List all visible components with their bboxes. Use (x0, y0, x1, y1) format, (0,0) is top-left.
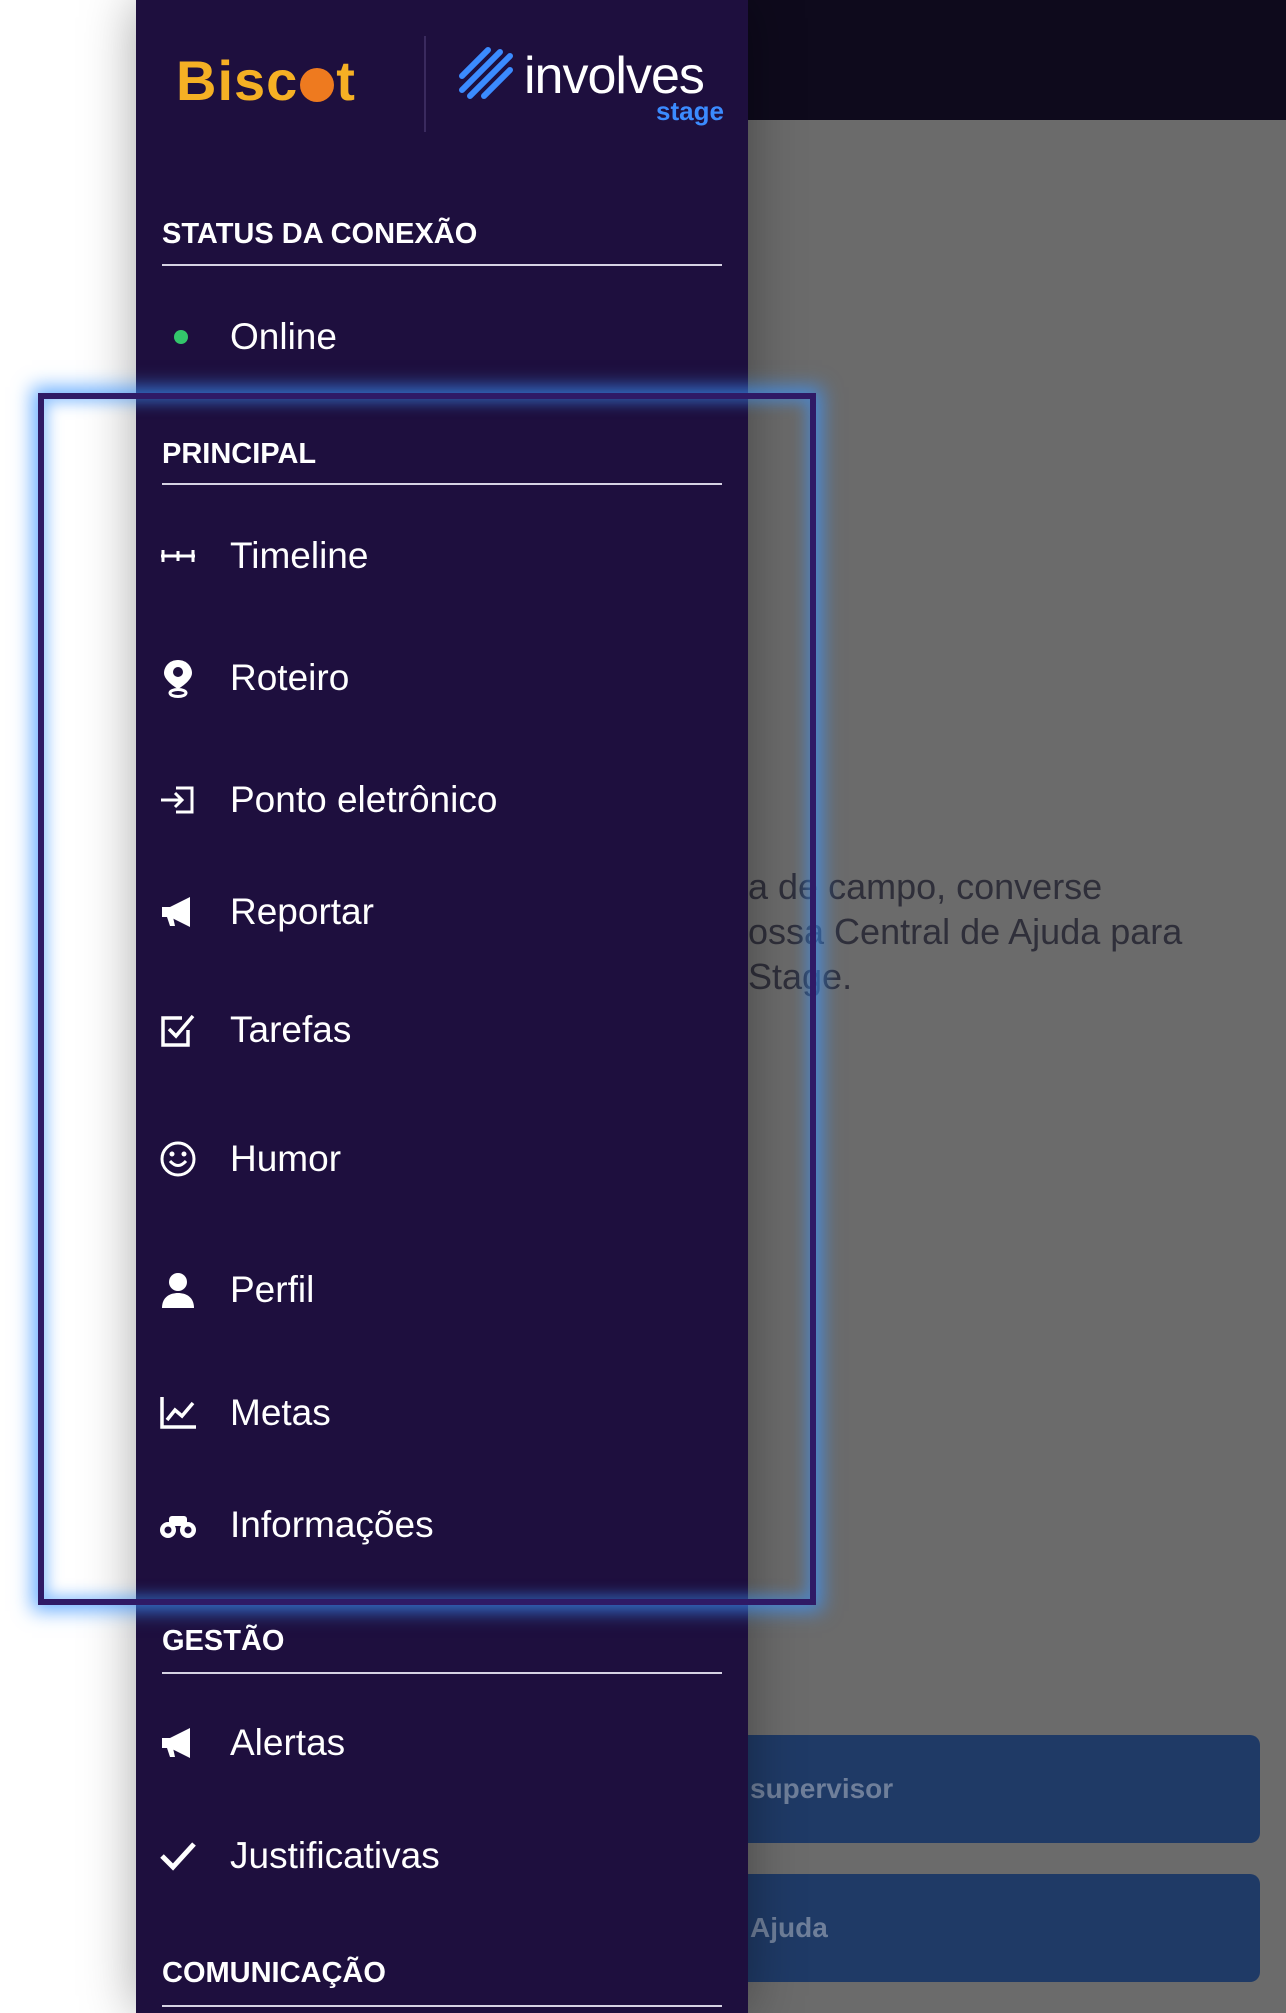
menu-item-tarefas[interactable]: Tarefas (136, 990, 748, 1070)
section-divider (162, 1672, 722, 1674)
section-divider (162, 483, 722, 485)
menu-item-label: Reportar (230, 891, 374, 932)
menu-item-label: Informações (230, 1504, 434, 1545)
background-screen (748, 0, 1286, 2013)
binoculars-icon (158, 1505, 198, 1545)
biscoit-cookie-icon (300, 68, 335, 102)
navigation-drawer: Bisc t involves stage STATUS DA CONEXÃO O… (136, 0, 748, 2013)
background-help-button[interactable]: Ajuda (748, 1874, 1260, 1982)
menu-item-label: Timeline (230, 535, 369, 576)
user-icon (158, 1270, 198, 1310)
menu-item-alertas[interactable]: Alertas (136, 1703, 748, 1783)
menu-item-label: Roteiro (230, 657, 350, 698)
logo-header: Bisc t involves stage (136, 0, 748, 150)
menu-item-informacoes[interactable]: Informações (136, 1485, 748, 1565)
online-status-dot (174, 330, 188, 344)
menu-item-humor[interactable]: Humor (136, 1119, 748, 1199)
sign-in-icon (158, 780, 198, 820)
section-divider (162, 264, 722, 266)
timeline-icon (158, 536, 198, 576)
status-label: Online (230, 316, 337, 357)
section-title-comunicacao: COMUNICAÇÃO (162, 1957, 386, 1989)
map-pin-icon (158, 658, 198, 698)
background-supervisor-button[interactable]: supervisor (748, 1735, 1260, 1843)
logo-divider (424, 36, 426, 132)
menu-item-label: Humor (230, 1138, 342, 1179)
menu-item-label: Alertas (230, 1722, 346, 1763)
smiley-icon (158, 1139, 198, 1179)
section-title-status: STATUS DA CONEXÃO (162, 218, 478, 250)
menu-item-label: Metas (230, 1392, 331, 1433)
status-online: Online (136, 297, 748, 377)
line-chart-icon (158, 1393, 198, 1433)
menu-item-roteiro[interactable]: Roteiro (136, 638, 748, 718)
checklist-icon (158, 1010, 198, 1050)
checkmark-icon (158, 1836, 198, 1876)
menu-item-reportar[interactable]: Reportar (136, 872, 748, 952)
section-divider (162, 2005, 722, 2007)
menu-item-metas[interactable]: Metas (136, 1373, 748, 1453)
megaphone-icon (158, 1723, 198, 1763)
stage-label: stage (656, 96, 724, 126)
menu-item-timeline[interactable]: Timeline (136, 516, 748, 596)
involves-stripes-icon (459, 47, 513, 99)
menu-item-label: Perfil (230, 1269, 315, 1310)
menu-item-label: Ponto eletrônico (230, 779, 498, 820)
section-title-principal: PRINCIPAL (162, 438, 317, 470)
background-top-bar (748, 0, 1286, 120)
megaphone-icon (158, 892, 198, 932)
menu-item-justificativas[interactable]: Justificativas (136, 1816, 748, 1896)
background-text-line: a de campo, converse (748, 866, 1103, 907)
biscoit-logo: Bisc t (176, 49, 356, 112)
section-title-gestao: GESTÃO (162, 1625, 285, 1657)
menu-item-label: Justificativas (230, 1835, 440, 1876)
background-text-line: ossa Central de Ajuda para (748, 911, 1183, 952)
menu-item-ponto-eletronico[interactable]: Ponto eletrônico (136, 760, 748, 840)
menu-item-perfil[interactable]: Perfil (136, 1250, 748, 1330)
menu-item-label: Tarefas (230, 1009, 352, 1050)
background-text-line: Stage. (748, 956, 853, 997)
